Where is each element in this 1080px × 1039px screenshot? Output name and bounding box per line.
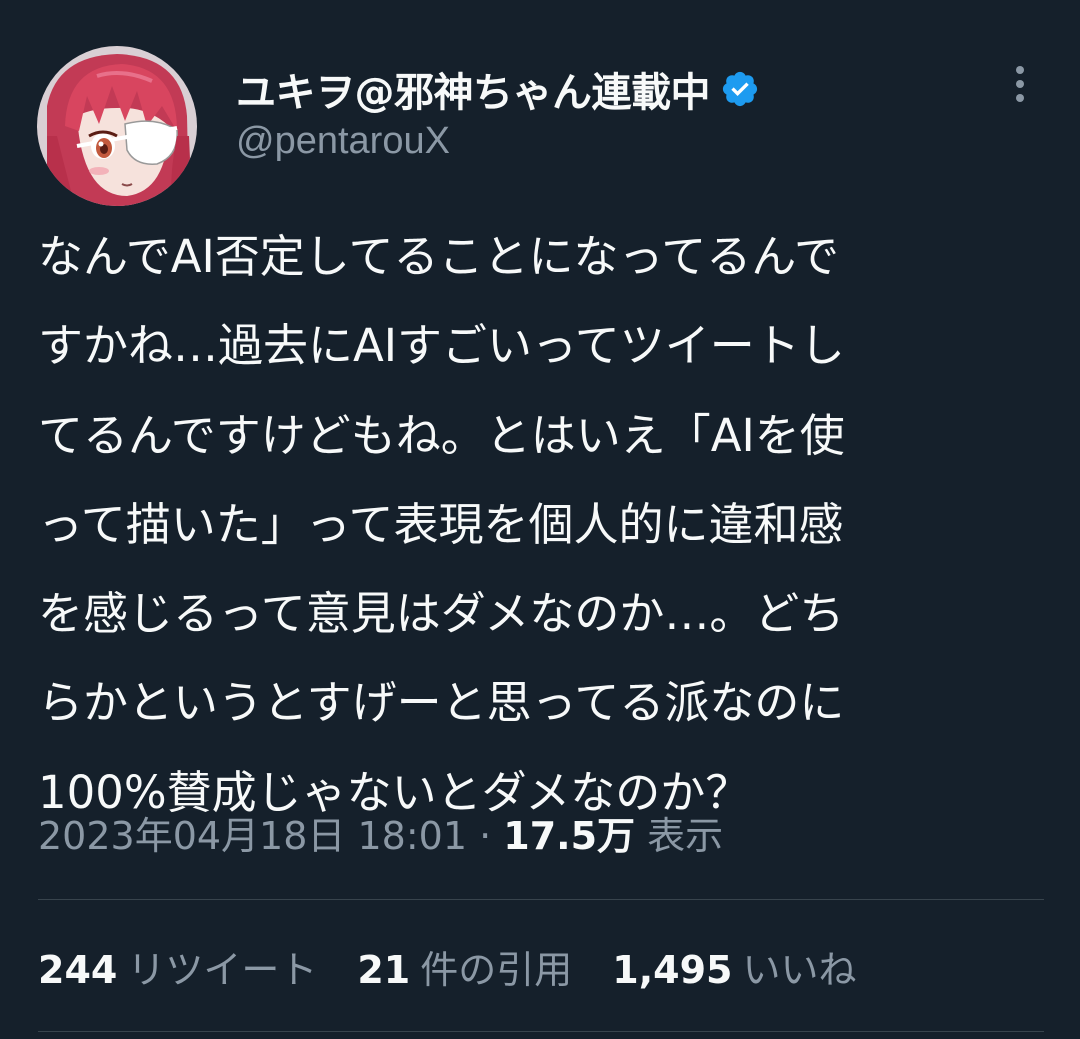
likes-label: いいね — [742, 948, 857, 992]
author-name-row: ユキヲ@邪神ちゃん連載中 — [236, 62, 760, 116]
views-label: 表示 — [647, 814, 724, 858]
divider-top — [38, 899, 1044, 900]
avatar-image — [37, 46, 197, 206]
verified-badge-icon — [722, 71, 758, 107]
more-options-button[interactable] — [1000, 62, 1040, 106]
retweets-count: 244 — [38, 948, 118, 992]
tweet-text: なんでAI否定してることになってるんで すかね…過去にAIすごいってツイートし … — [38, 230, 845, 819]
author-display-name[interactable]: ユキヲ@邪神ちゃん連載中 — [236, 60, 711, 118]
divider-bottom — [38, 1031, 1044, 1032]
retweets-stat[interactable]: 244 リツイート — [38, 942, 317, 998]
tweet-timestamp[interactable]: 2023年04月18日 18:01 — [38, 814, 467, 858]
more-vertical-icon — [1016, 66, 1024, 102]
retweets-label: リツイート — [127, 948, 318, 992]
meta-separator: · — [479, 814, 492, 858]
quotes-label: 件の引用 — [420, 948, 573, 992]
tweet-detail: ユキヲ@邪神ちゃん連載中 @pentarouX なんでAI否定してることになって… — [0, 0, 1080, 1039]
author-handle[interactable]: @pentarouX — [236, 120, 450, 163]
views-count: 17.5万 — [503, 814, 636, 858]
tweet-meta: 2023年04月18日 18:01 · 17.5万 表示 — [38, 808, 723, 864]
avatar[interactable] — [37, 46, 197, 206]
quotes-stat[interactable]: 21 件の引用 — [357, 942, 572, 998]
likes-stat[interactable]: 1,495 いいね — [612, 942, 856, 998]
likes-count: 1,495 — [612, 948, 733, 992]
quotes-count: 21 — [357, 948, 411, 992]
tweet-stats: 244 リツイート 21 件の引用 1,495 いいね — [38, 942, 896, 998]
